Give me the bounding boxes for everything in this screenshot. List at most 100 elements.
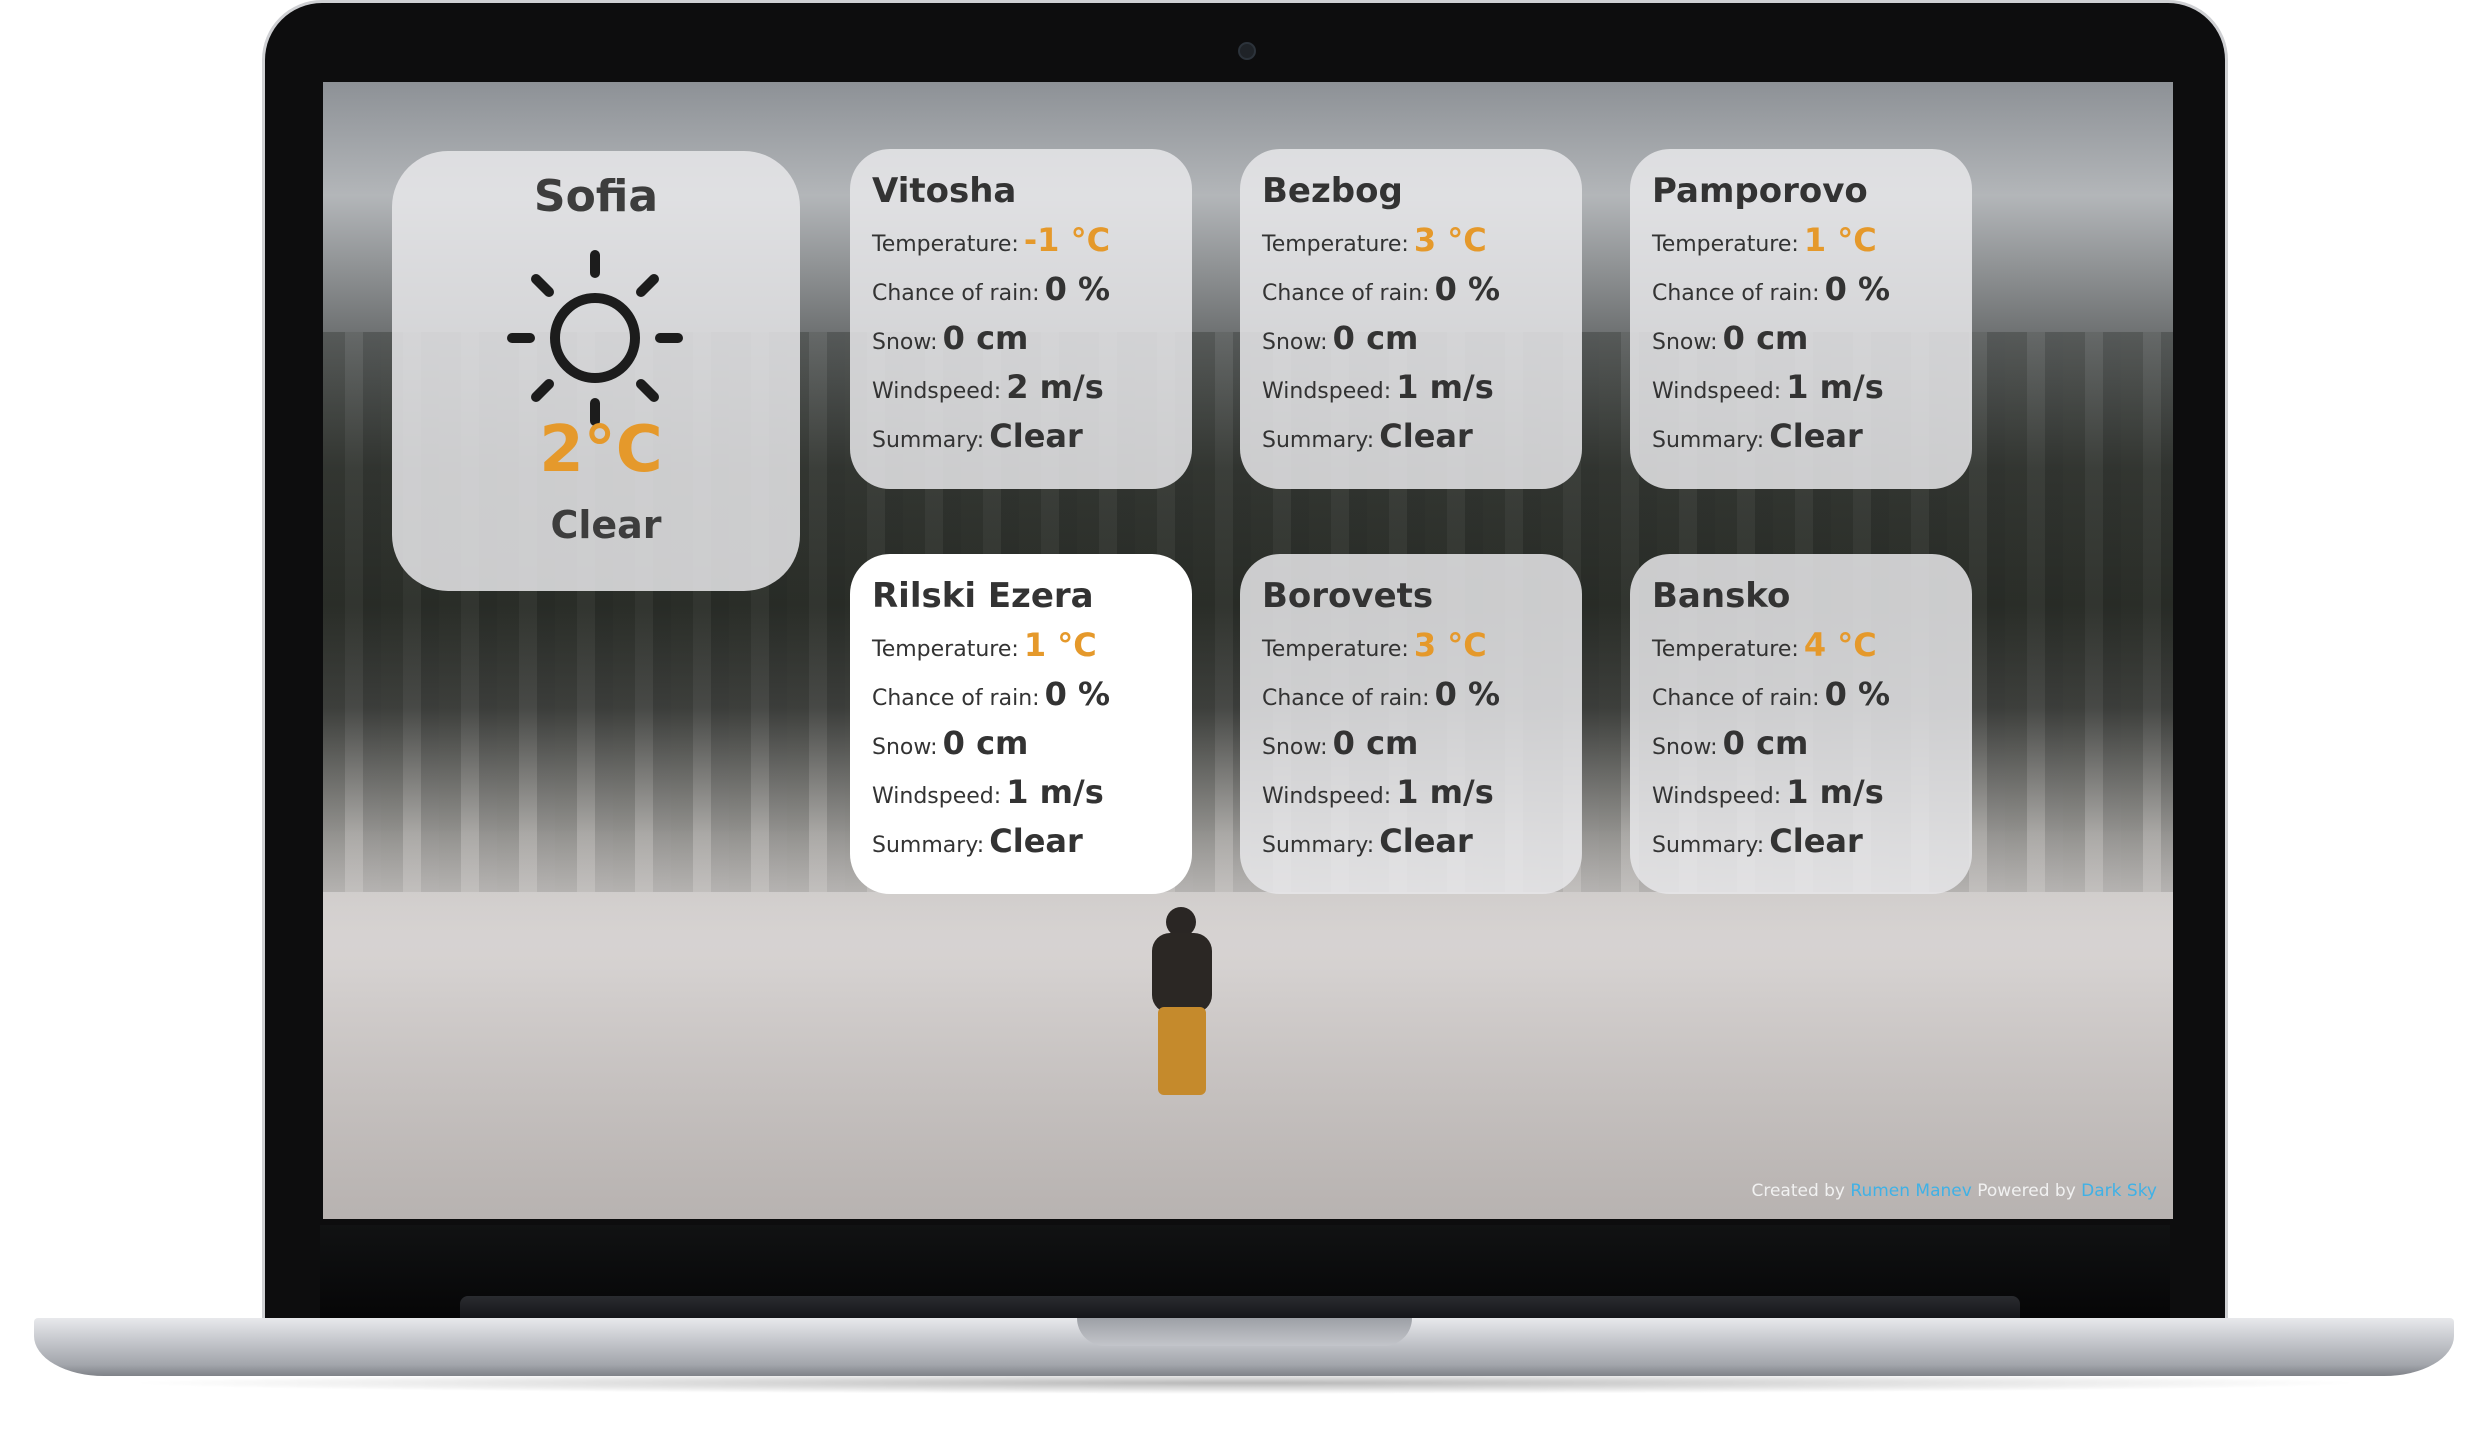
resort-wind-value: 1 m/s [1396,773,1494,811]
resort-rain-label: Chance of rain: [1262,686,1430,711]
sun-icon [507,250,683,426]
resort-name: Bezbog [1262,171,1403,211]
resort-rain-value: 0 % [1434,270,1501,308]
resort-rain-row: Chance of rain: 0 % [1262,270,1582,319]
resort-temperature-row: Temperature: 1 °C [1652,221,1972,270]
footer-credits: Created by Rumen Manev Powered by Dark S… [1751,1181,2157,1201]
resort-name: Rilski Ezera [872,576,1094,616]
resort-summary-label: Summary: [872,428,985,453]
resort-summary-row: Summary: Clear [1262,822,1582,871]
resort-temperature-label: Temperature: [1262,232,1409,257]
resort-wind-row: Windspeed: 1 m/s [1262,368,1582,417]
resort-summary-value: Clear [1379,822,1473,860]
resort-wind-row: Windspeed: 1 m/s [872,773,1192,822]
resort-card[interactable]: Rilski Ezera Temperature: 1 °C Chance of r… [850,554,1192,894]
resort-temperature-row: Temperature: 1 °C [872,626,1192,675]
resort-wind-label: Windspeed: [1652,784,1782,809]
resort-summary-row: Summary: Clear [872,822,1192,871]
resort-summary-row: Summary: Clear [872,417,1192,466]
resort-rain-value: 0 % [1044,270,1111,308]
resort-snow-row: Snow: 0 cm [872,319,1192,368]
resort-temperature-label: Temperature: [872,637,1019,662]
resort-rain-value: 0 % [1824,675,1891,713]
resort-summary-label: Summary: [1262,428,1375,453]
resort-rain-label: Chance of rain: [872,686,1040,711]
resort-card[interactable]: Borovets Temperature: 3 °C Chance of rain:… [1240,554,1582,894]
resort-temperature-value: 1 °C [1023,626,1097,664]
resort-rain-row: Chance of rain: 0 % [1652,270,1972,319]
resort-card[interactable]: Bezbog Temperature: 3 °C Chance of rain: 0… [1240,149,1582,489]
resort-summary-row: Summary: Clear [1652,417,1972,466]
resort-wind-row: Windspeed: 1 m/s [1262,773,1582,822]
resort-snow-row: Snow: 0 cm [1652,319,1972,368]
resort-wind-label: Windspeed: [1652,379,1782,404]
resort-snow-label: Snow: [872,330,938,355]
resort-temperature-label: Temperature: [872,232,1019,257]
resort-name: Vitosha [872,171,1017,211]
resort-temperature-row: Temperature: 4 °C [1652,626,1972,675]
main-city-card[interactable]: Sofia 2°C Clear [392,151,800,591]
laptop-hinge [460,1296,2020,1318]
resort-rain-value: 0 % [1824,270,1891,308]
resort-snow-value: 0 cm [1332,724,1419,762]
resort-wind-label: Windspeed: [1262,379,1392,404]
resort-rain-label: Chance of rain: [1262,281,1430,306]
resort-rain-label: Chance of rain: [1652,686,1820,711]
resort-snow-value: 0 cm [1722,319,1809,357]
resort-temperature-label: Temperature: [1652,637,1799,662]
laptop-notch [1077,1318,1412,1346]
resort-temperature-value: 1 °C [1803,221,1877,259]
resort-rain-label: Chance of rain: [1652,281,1820,306]
resort-temperature-row: Temperature: 3 °C [1262,221,1582,270]
resort-summary-label: Summary: [1262,833,1375,858]
resort-snow-value: 0 cm [942,319,1029,357]
resort-summary-label: Summary: [872,833,985,858]
resort-snow-row: Snow: 0 cm [872,724,1192,773]
resort-temperature-row: Temperature: 3 °C [1262,626,1582,675]
resort-snow-value: 0 cm [1722,724,1809,762]
background-skier [1148,907,1218,1097]
resort-snow-label: Snow: [872,735,938,760]
resort-snow-row: Snow: 0 cm [1262,319,1582,368]
resort-wind-label: Windspeed: [872,379,1002,404]
resort-wind-row: Windspeed: 2 m/s [872,368,1192,417]
resort-rain-row: Chance of rain: 0 % [1262,675,1582,724]
resort-card[interactable]: Vitosha Temperature: -1 °C Chance of rain:… [850,149,1192,489]
resort-temperature-row: Temperature: -1 °C [872,221,1192,270]
resort-rain-value: 0 % [1044,675,1111,713]
main-city-name: Sofia [533,171,659,222]
resort-summary-label: Summary: [1652,833,1765,858]
footer-powered-by: Powered by [1977,1181,2076,1201]
resort-summary-value: Clear [1769,822,1863,860]
main-temperature: 2°C [539,413,663,487]
resort-summary-row: Summary: Clear [1652,822,1972,871]
resort-snow-label: Snow: [1652,735,1718,760]
author-link[interactable]: Rumen Manev [1850,1181,1971,1201]
resort-snow-label: Snow: [1262,735,1328,760]
resort-rain-row: Chance of rain: 0 % [1652,675,1972,724]
resort-rain-row: Chance of rain: 0 % [872,270,1192,319]
resort-wind-value: 1 m/s [1786,368,1884,406]
resort-summary-row: Summary: Clear [1262,417,1582,466]
camera-icon [1238,42,1256,60]
provider-link[interactable]: Dark Sky [2081,1181,2157,1201]
resort-temperature-value: -1 °C [1023,221,1111,259]
resort-temperature-value: 3 °C [1413,221,1487,259]
resort-card[interactable]: Pamporovo Temperature: 1 °C Chance of rain… [1630,149,1972,489]
resort-snow-label: Snow: [1262,330,1328,355]
resort-summary-value: Clear [1379,417,1473,455]
resort-summary-value: Clear [989,417,1083,455]
resort-rain-row: Chance of rain: 0 % [872,675,1192,724]
resort-snow-row: Snow: 0 cm [1652,724,1972,773]
resort-wind-value: 1 m/s [1006,773,1104,811]
resort-temperature-label: Temperature: [1652,232,1799,257]
resort-temperature-label: Temperature: [1262,637,1409,662]
footer-created-by: Created by [1751,1181,1845,1201]
resort-wind-label: Windspeed: [1262,784,1392,809]
resort-summary-label: Summary: [1652,428,1765,453]
main-summary: Clear [550,503,662,547]
resort-summary-value: Clear [1769,417,1863,455]
resort-wind-label: Windspeed: [872,784,1002,809]
resort-card[interactable]: Bansko Temperature: 4 °C Chance of rain: 0… [1630,554,1972,894]
resort-name: Borovets [1262,576,1434,616]
